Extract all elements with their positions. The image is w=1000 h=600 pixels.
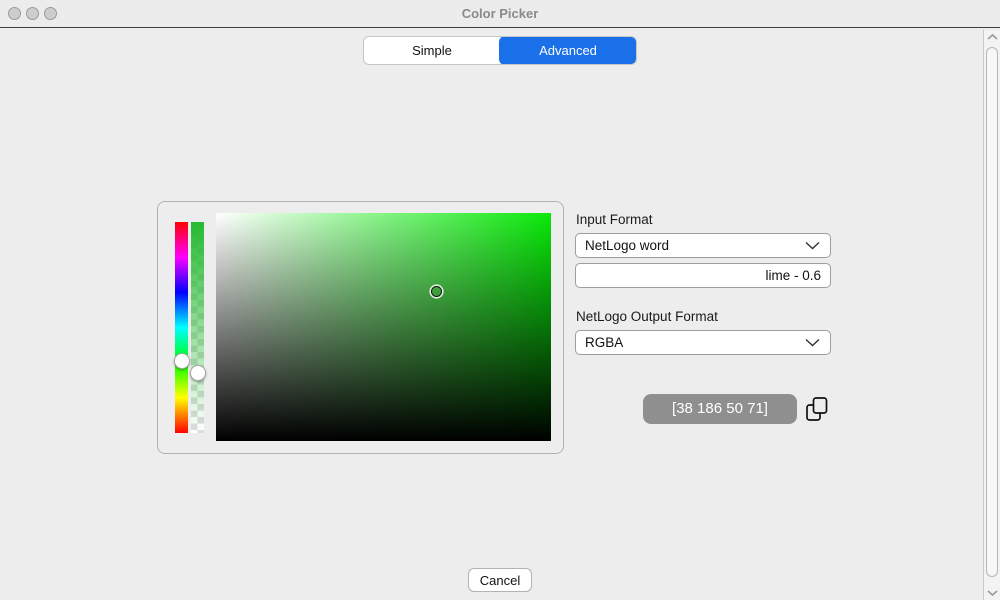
color-picker-window: Color Picker Simple Advanced Input Forma… <box>0 0 1000 600</box>
saturation-brightness-area[interactable] <box>216 213 551 441</box>
output-value-display[interactable]: [38 186 50 71] <box>643 394 797 424</box>
cancel-button[interactable]: Cancel <box>468 568 532 592</box>
chevron-down-icon <box>805 241 820 250</box>
scrollbar-thumb[interactable] <box>986 46 998 577</box>
chevron-down-icon <box>805 338 820 347</box>
color-cursor[interactable] <box>431 286 442 297</box>
mode-toggle: Simple Advanced <box>363 36 637 65</box>
copy-button[interactable] <box>805 396 829 423</box>
tab-simple[interactable]: Simple <box>364 37 500 64</box>
output-format-selected-value: RGBA <box>585 335 624 350</box>
output-format-dropdown[interactable]: RGBA <box>575 330 831 355</box>
alpha-slider-thumb[interactable] <box>189 365 206 381</box>
alpha-slider[interactable] <box>191 222 204 433</box>
hue-slider[interactable] <box>175 222 188 433</box>
input-format-label: Input Format <box>576 212 653 227</box>
color-value-input[interactable] <box>575 263 831 288</box>
input-format-dropdown[interactable]: NetLogo word <box>575 233 831 258</box>
vertical-scrollbar[interactable] <box>983 29 1000 600</box>
hue-slider-thumb[interactable] <box>173 353 190 369</box>
input-format-selected-value: NetLogo word <box>585 238 670 253</box>
window-title: Color Picker <box>461 6 539 21</box>
titlebar: Color Picker <box>0 0 1000 28</box>
chevron-up-icon[interactable] <box>986 32 999 42</box>
chevron-down-icon[interactable] <box>986 588 999 598</box>
tab-advanced[interactable]: Advanced <box>499 37 636 64</box>
copy-icon <box>806 397 828 421</box>
output-format-label: NetLogo Output Format <box>576 309 718 324</box>
